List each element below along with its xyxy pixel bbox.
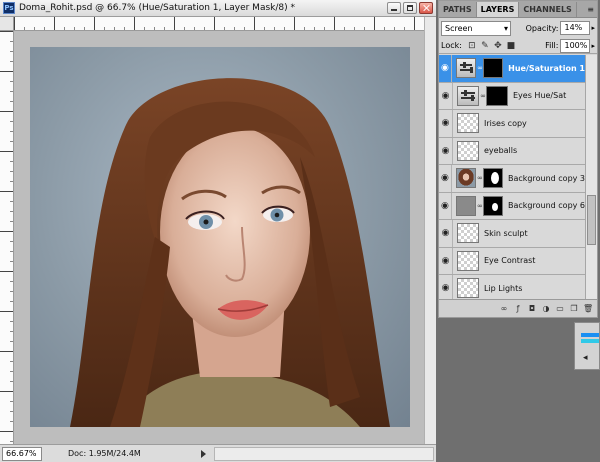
layers-list: ◉ ∞ Hue/Saturation 1 ◉ ∞ Eyes Hue/Sat ◉ … — [439, 55, 585, 299]
layer-name: Eyes Hue/Sat — [513, 91, 567, 101]
layer-row[interactable]: ◉ ∞ Background copy 6 — [439, 192, 585, 220]
horizontal-scrollbar[interactable] — [213, 446, 434, 461]
horizontal-ruler[interactable] — [14, 17, 424, 31]
layer-thumbnail[interactable] — [455, 168, 476, 189]
visibility-eye-icon[interactable]: ◉ — [439, 192, 452, 219]
layer-thumbnail[interactable] — [457, 113, 479, 134]
visibility-eye-icon[interactable]: ◉ — [439, 275, 453, 299]
lock-row: Lock: ⊡ ✎ ✥ ■ Fill: 100% ▸ — [439, 38, 597, 54]
panel-tab-bar: PATHS LAYERS CHANNELS ≡ — [439, 1, 597, 18]
vertical-scrollbar[interactable] — [424, 17, 436, 444]
document-info: Doc: 1.95M/24.4M — [68, 449, 141, 458]
layer-name: Eye Contrast — [484, 256, 536, 266]
layer-mask-thumbnail[interactable] — [482, 168, 503, 189]
layer-name: Skin sculpt — [484, 228, 528, 238]
new-layer-icon[interactable]: ❐ — [569, 304, 579, 314]
layer-name: eyeballs — [484, 146, 518, 156]
maximize-icon[interactable] — [403, 2, 417, 14]
document-title: Doma_Rohit.psd @ 66.7% (Hue/Saturation 1… — [19, 3, 295, 13]
new-group-icon[interactable]: ▭ — [555, 304, 565, 314]
swatch-icon — [581, 333, 599, 337]
layer-thumbnail[interactable] — [457, 278, 479, 299]
layer-row[interactable]: ◉ Irises copy — [439, 110, 585, 138]
photoshop-icon: Ps — [3, 2, 15, 14]
layer-row[interactable]: ◉ ∞ Eyes Hue/Sat — [439, 82, 585, 110]
tab-channels[interactable]: CHANNELS — [519, 2, 577, 17]
fill-field[interactable]: 100% — [560, 38, 591, 53]
layer-thumbnail[interactable] — [457, 223, 479, 244]
opacity-field[interactable]: 14% — [560, 21, 591, 35]
tab-layers[interactable]: LAYERS — [476, 2, 520, 17]
visibility-eye-icon[interactable]: ◉ — [439, 55, 452, 82]
scrollbar-thumb[interactable] — [587, 195, 596, 245]
layer-mask-thumbnail[interactable] — [482, 58, 504, 79]
lock-all-icon[interactable]: ■ — [506, 41, 516, 51]
ruler-corner[interactable] — [0, 17, 14, 31]
opacity-dropdown-icon[interactable]: ▸ — [591, 24, 595, 32]
lock-pixels-icon[interactable]: ✎ — [480, 41, 490, 51]
layer-style-icon[interactable]: ƒ — [513, 304, 523, 314]
visibility-eye-icon[interactable]: ◉ — [439, 247, 453, 274]
link-layers-icon[interactable]: ∞ — [499, 304, 509, 314]
layers-scrollbar[interactable] — [585, 55, 597, 299]
status-bar: 66.67% Doc: 1.95M/24.4M — [0, 444, 436, 462]
layer-name: Lip Lights — [484, 283, 523, 293]
zoom-field[interactable]: 66.67% — [2, 446, 42, 461]
layer-row[interactable]: ◉ Skin sculpt — [439, 220, 585, 248]
tab-paths[interactable]: PATHS — [439, 2, 477, 17]
visibility-eye-icon[interactable]: ◉ — [439, 165, 452, 192]
layer-row[interactable]: ◉ ∞ Background copy 3 — [439, 165, 585, 193]
canvas-area[interactable] — [14, 31, 424, 444]
visibility-eye-icon[interactable]: ◉ — [439, 220, 453, 247]
layer-mask-thumbnail[interactable] — [486, 85, 508, 106]
portrait-illustration — [70, 78, 390, 427]
add-mask-icon[interactable]: ◘ — [527, 304, 537, 314]
trash-icon[interactable]: 🗑 — [583, 304, 593, 314]
fill-label: Fill: — [545, 41, 559, 50]
window-controls — [387, 2, 433, 14]
layer-row[interactable]: ◉ ∞ Hue/Saturation 1 — [439, 55, 585, 83]
visibility-eye-icon[interactable]: ◉ — [439, 82, 453, 109]
layer-row[interactable]: ◉ Lip Lights — [439, 275, 585, 299]
layer-name: Hue/Saturation 1 — [508, 63, 585, 73]
panel-menu-icon[interactable]: ≡ — [587, 5, 594, 14]
layer-thumbnail[interactable] — [457, 140, 479, 161]
layer-thumbnail[interactable] — [457, 250, 479, 271]
visibility-eye-icon[interactable]: ◉ — [439, 137, 453, 164]
lock-position-icon[interactable]: ✥ — [493, 41, 503, 51]
layer-name: Background copy 6 — [508, 201, 585, 211]
layer-row[interactable]: ◉ Eye Contrast — [439, 247, 585, 275]
layer-row[interactable]: ◉ eyeballs — [439, 137, 585, 165]
adjustment-thumbnail[interactable] — [455, 58, 477, 79]
layer-mask-thumbnail[interactable] — [482, 195, 503, 216]
layer-name: Background copy 3 — [508, 173, 585, 183]
swatch-icon — [581, 339, 599, 343]
layers-footer-toolbar: ∞ ƒ ◘ ◑ ▭ ❐ 🗑 — [439, 299, 597, 317]
layer-name: Irises copy — [484, 118, 527, 128]
portrait-image[interactable] — [30, 47, 410, 427]
opacity-label: Opacity: — [525, 23, 559, 33]
document-window: Ps Doma_Rohit.psd @ 66.7% (Hue/Saturatio… — [0, 0, 436, 462]
adjustment-thumbnail[interactable] — [457, 85, 479, 106]
lock-label: Lock: — [441, 41, 462, 50]
close-icon[interactable] — [419, 2, 433, 14]
visibility-eye-icon[interactable]: ◉ — [439, 110, 453, 137]
document-titlebar[interactable]: Ps Doma_Rohit.psd @ 66.7% (Hue/Saturatio… — [0, 0, 436, 17]
collapsed-panel[interactable]: ◂ — [574, 322, 600, 370]
expand-arrow-icon[interactable]: ◂ — [583, 353, 588, 363]
lock-transparent-icon[interactable]: ⊡ — [467, 41, 477, 51]
vertical-ruler[interactable] — [0, 31, 14, 444]
layer-thumbnail[interactable] — [455, 195, 476, 216]
minimize-icon[interactable] — [387, 2, 401, 14]
blend-mode-select[interactable]: Screen — [441, 20, 511, 36]
blend-options-row: Screen Opacity: 14% ▸ — [439, 18, 597, 38]
adjustment-layer-icon[interactable]: ◑ — [541, 304, 551, 314]
layers-panel: PATHS LAYERS CHANNELS ≡ Screen Opacity: … — [438, 0, 598, 318]
fill-dropdown-icon[interactable]: ▸ — [591, 42, 595, 50]
status-menu-arrow-icon[interactable] — [200, 449, 206, 458]
